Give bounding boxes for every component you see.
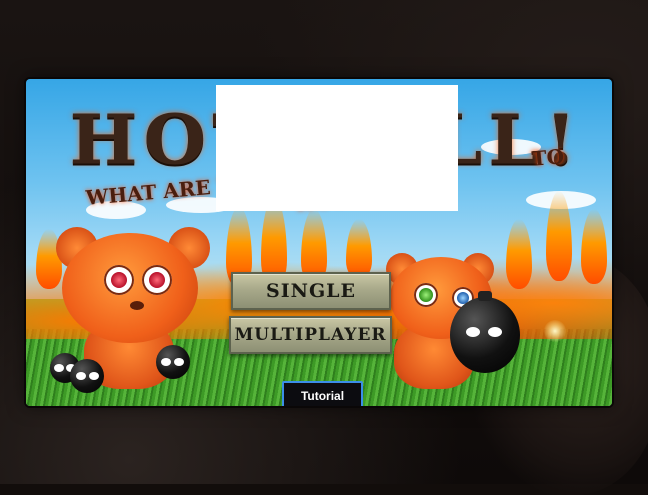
tutorial-button[interactable]: Tutorial bbox=[282, 381, 363, 406]
bear-nose bbox=[130, 301, 144, 310]
bomb-large bbox=[450, 291, 520, 373]
redaction-box bbox=[216, 85, 458, 211]
multiplayer-button[interactable]: MULTIPLAYER bbox=[229, 316, 392, 354]
light-glare bbox=[544, 320, 566, 342]
bomb-small bbox=[70, 359, 104, 393]
game-screen: HOT BALL! WHAT ARE YO TO HOT? bbox=[26, 79, 612, 406]
bear-eye bbox=[142, 265, 172, 295]
multiplayer-button-label: MULTIPLAYER bbox=[234, 325, 387, 345]
single-button-label: SINGLE bbox=[265, 280, 357, 302]
bomb-small bbox=[156, 345, 190, 379]
single-button[interactable]: SINGLE bbox=[231, 272, 391, 310]
bear-eye bbox=[414, 283, 438, 307]
bear-eye bbox=[104, 265, 134, 295]
tutorial-button-label: Tutorial bbox=[300, 389, 345, 403]
